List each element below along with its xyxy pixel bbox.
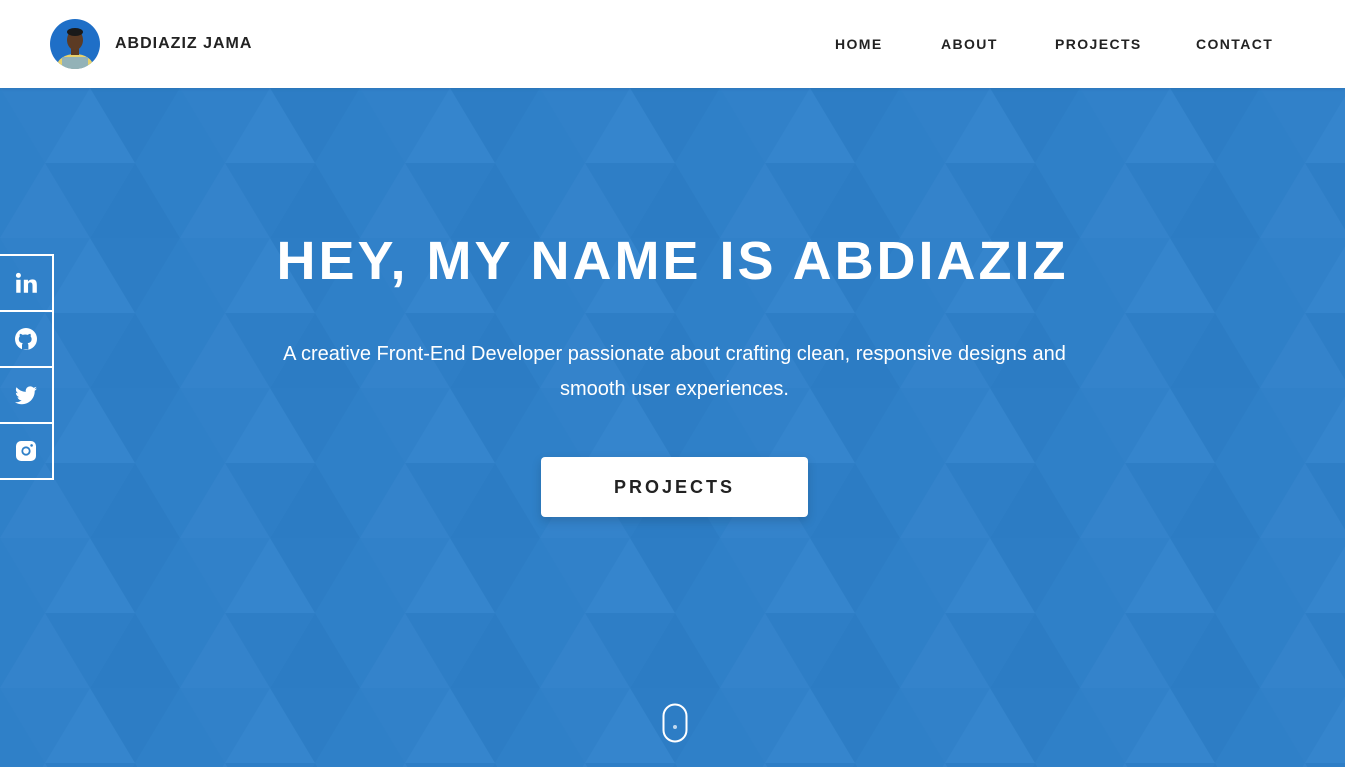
hero-triangle-pattern [0,88,1345,767]
avatar [50,19,100,69]
nav-contact-link[interactable]: CONTACT [1196,36,1273,52]
nav-home-link[interactable]: HOME [835,36,883,52]
site-header: ABDIAZIZ JAMA HOME ABOUT PROJECTS CONTAC… [0,0,1345,88]
nav-projects-link[interactable]: PROJECTS [1055,36,1142,52]
brand-link[interactable]: ABDIAZIZ JAMA [50,19,252,69]
scroll-down-icon[interactable] [662,703,688,743]
hero-subtitle: A creative Front-End Developer passionat… [283,343,1066,400]
hero-title: HEY, MY NAME IS ABDIAZIZ [276,231,1069,291]
twitter-icon [15,386,37,405]
github-icon [15,328,37,350]
brand-name: ABDIAZIZ JAMA [115,35,253,52]
instagram-link[interactable] [0,424,52,478]
social-links [0,254,54,480]
linkedin-icon [15,272,37,293]
github-link[interactable] [0,312,52,368]
instagram-icon [16,441,36,461]
linkedin-link[interactable] [0,256,52,312]
hero-section: HEY, MY NAME IS ABDIAZIZ A creative Fron… [0,88,1345,767]
projects-button[interactable]: PROJECTS [541,457,808,517]
nav-about-link[interactable]: ABOUT [941,36,998,52]
twitter-link[interactable] [0,368,52,424]
